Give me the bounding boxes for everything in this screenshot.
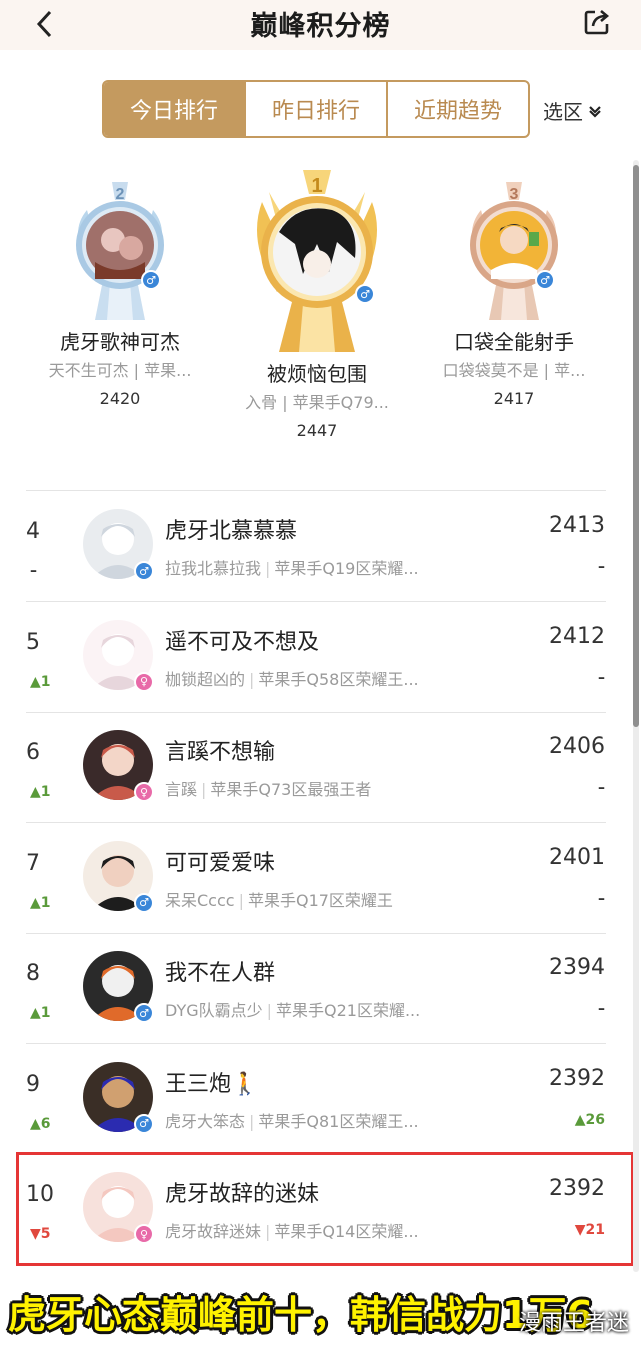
- player-server: 苹果手Q21区荣耀...: [276, 1001, 421, 1020]
- male-gender-icon: ♂: [134, 1113, 154, 1134]
- male-gender-icon: ♂: [535, 270, 555, 290]
- player-subtitle: 呆呆Cccc | 苹果手Q17区荣耀王: [165, 890, 393, 910]
- player-nickname: DYG队霸点少: [165, 1001, 263, 1020]
- tab-today[interactable]: 今日排行: [104, 82, 244, 136]
- player-name: 可可爱爱味: [165, 850, 276, 876]
- player-nickname: 呆呆Cccc: [165, 890, 235, 910]
- podium-second-sub: 天不生可杰 | 苹果...: [48, 361, 192, 380]
- player-score: 2406: [549, 734, 605, 759]
- player-name: 我不在人群: [165, 961, 276, 986]
- male-gender-icon: ♂: [141, 270, 161, 290]
- svg-text:2: 2: [116, 186, 125, 203]
- rank-number: 7: [26, 850, 40, 876]
- player-subtitle: 虎牙大笨态 | 苹果手Q81区荣耀王...: [165, 1111, 419, 1131]
- watermark: 漫雨王者迷: [518, 1311, 629, 1336]
- podium-first-score: 2447: [296, 421, 338, 440]
- region-label: 选区: [543, 100, 583, 124]
- player-nickname: 枷锁超凶的: [165, 669, 246, 689]
- podium-first[interactable]: 1 ♂ 被烦恼包围 入骨 | 苹果手Q79... 2447: [217, 162, 417, 440]
- svg-text:1: 1: [311, 175, 322, 197]
- male-gender-icon: ♂: [134, 1003, 154, 1023]
- podium-first-sub: 入骨 | 苹果手Q79...: [245, 393, 389, 412]
- share-icon[interactable]: [581, 6, 613, 38]
- player-server: 苹果手Q19区荣耀...: [274, 559, 419, 578]
- male-gender-icon: ♂: [134, 561, 154, 581]
- rank-number: 8: [26, 961, 40, 986]
- page-title: 巅峰积分榜: [250, 11, 391, 42]
- score-change: –: [598, 1001, 605, 1017]
- svg-text:3: 3: [510, 186, 519, 203]
- player-subtitle: DYG队霸点少 | 苹果手Q21区荣耀...: [165, 1001, 421, 1020]
- header-bar: 巅峰积分榜: [0, 0, 641, 50]
- podium-third-score: 2417: [493, 389, 535, 408]
- chevron-down-icon: [589, 105, 601, 118]
- score-change: ▲26: [574, 1111, 605, 1128]
- podium-third[interactable]: 3 ♂ 口袋全能射手 口袋袋莫不是 | 苹... 2417: [414, 170, 614, 408]
- player-server: 苹果手Q17区荣耀王: [247, 890, 393, 910]
- player-subtitle: 拉我北慕拉我 | 苹果手Q19区荣耀...: [165, 559, 419, 578]
- ranking-tabs: 今日排行 昨日排行 近期趋势: [102, 80, 530, 138]
- leaderboard-row[interactable]: 8 ▲1 ♂ 我不在人群 DYG队霸点少 | 苹果手Q21区荣耀... 2394 –: [0, 933, 641, 1043]
- rank-change: ▲1: [30, 1005, 51, 1021]
- player-name: 言蹊不想输: [165, 740, 276, 765]
- tab-trend[interactable]: 近期趋势: [386, 82, 528, 136]
- rank-change: –: [30, 563, 37, 579]
- rank-change: ▲1: [30, 894, 51, 911]
- score-change: –: [598, 890, 605, 907]
- player-score: 2401: [549, 844, 605, 870]
- player-subtitle: 言蹊 | 苹果手Q73区最强王者: [165, 780, 372, 799]
- player-subtitle: 枷锁超凶的 | 苹果手Q58区荣耀王...: [165, 669, 419, 689]
- player-score: 2392: [549, 1065, 605, 1091]
- rank-change: ▲6: [30, 1115, 51, 1132]
- leaderboard-row[interactable]: 7 ▲1 ♂ 可可爱爱味呆呆Cccc | 苹果手Q17区荣耀王 2401 –: [0, 823, 641, 933]
- score-change: –: [598, 669, 605, 686]
- player-name: 王三炮🚶: [165, 1071, 259, 1097]
- leaderboard-row[interactable]: 6 ▲1 ♀ 言蹊不想输言蹊 | 苹果手Q73区最强王者 2406 –: [0, 712, 641, 822]
- score-change: –: [598, 559, 605, 575]
- player-nickname: 虎牙大笨态: [165, 1111, 246, 1131]
- player-server: 苹果手Q58区荣耀王...: [258, 669, 419, 689]
- leaderboard-row[interactable]: 4 – ♂ 虎牙北慕慕慕拉我北慕拉我 | 苹果手Q19区荣耀... 2413 –: [0, 491, 641, 601]
- rank-number: 6: [26, 740, 40, 765]
- leaderboard-row[interactable]: 5 ▲1 ♀ 遥不可及不想及枷锁超凶的 | 苹果手Q58区荣耀王... 2412 –: [0, 602, 641, 712]
- highlight-box: [16, 1152, 634, 1266]
- leaderboard-row[interactable]: 9 ▲6 ♂ 王三炮🚶 虎牙大笨态 | 苹果手Q81区荣耀王... 2392 ▲26: [0, 1044, 641, 1154]
- scrollbar-thumb[interactable]: [633, 165, 639, 727]
- rank-number: 5: [26, 629, 40, 655]
- male-gender-icon: ♂: [355, 284, 375, 304]
- gold-medal-icon: 1 ♂: [237, 162, 397, 352]
- caption-text: 虎牙心态巅峰前十，韩信战力1万6: [8, 1293, 593, 1337]
- tab-yesterday[interactable]: 昨日排行: [244, 82, 386, 136]
- score-change: –: [598, 780, 605, 796]
- player-nickname: 拉我北慕拉我: [165, 559, 262, 578]
- player-server: 苹果手Q81区荣耀王...: [258, 1111, 419, 1131]
- player-score: 2394: [549, 955, 605, 980]
- player-nickname: 言蹊: [165, 780, 198, 799]
- female-gender-icon: ♀: [134, 671, 154, 692]
- rank-change: ▲1: [30, 784, 51, 800]
- rank-number: 4: [26, 519, 40, 544]
- male-gender-icon: ♂: [134, 892, 154, 913]
- region-selector[interactable]: 选区: [543, 96, 603, 125]
- player-score: 2413: [549, 513, 605, 538]
- player-score: 2412: [549, 623, 605, 649]
- podium-third-sub: 口袋袋莫不是 | 苹...: [442, 361, 586, 380]
- podium-second-score: 2420: [99, 389, 141, 408]
- podium-first-name: 被烦恼包围: [267, 362, 367, 386]
- podium-second-name: 虎牙歌神可杰: [60, 330, 180, 354]
- rank-number: 9: [26, 1071, 40, 1097]
- bronze-medal-icon: 3 ♂: [459, 170, 569, 320]
- player-server: 苹果手Q73区最强王者: [210, 780, 372, 799]
- female-gender-icon: ♀: [134, 782, 154, 802]
- silver-medal-icon: 2 ♂: [65, 170, 175, 320]
- podium-second[interactable]: 2 ♂ 虎牙歌神可杰 天不生可杰 | 苹果... 2420: [20, 170, 220, 408]
- rank-change: ▲1: [30, 673, 51, 690]
- player-name: 虎牙北慕慕慕: [165, 519, 298, 544]
- player-name: 遥不可及不想及: [165, 629, 320, 655]
- podium-third-name: 口袋全能射手: [454, 330, 574, 354]
